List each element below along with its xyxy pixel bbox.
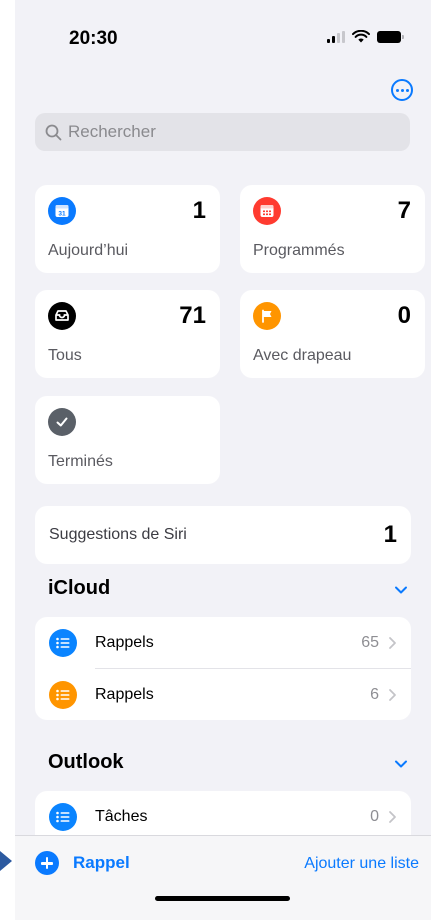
today-label: Aujourd’hui bbox=[48, 242, 129, 259]
bottom-toolbar: Rappel Ajouter une liste bbox=[15, 835, 431, 920]
tile-scheduled[interactable]: 7 Programmés bbox=[240, 185, 425, 273]
chevron-right-icon bbox=[389, 688, 396, 701]
siri-suggestions[interactable]: Suggestions de Siri 1 bbox=[35, 506, 411, 564]
tile-completed[interactable]: Terminés bbox=[35, 396, 220, 484]
section-title-icloud: iCloud bbox=[48, 577, 111, 599]
wifi-icon bbox=[352, 30, 370, 43]
chevron-down-icon[interactable] bbox=[393, 756, 409, 772]
home-indicator bbox=[155, 896, 290, 901]
list-count: 6 bbox=[370, 685, 379, 703]
status-time: 20:30 bbox=[69, 28, 118, 49]
flagged-count: 0 bbox=[397, 302, 411, 329]
list-item[interactable]: Rappels 6 bbox=[35, 669, 411, 720]
today-count: 1 bbox=[192, 197, 206, 224]
list-name: Rappels bbox=[95, 633, 154, 651]
add-reminder-button[interactable]: Rappel bbox=[35, 851, 130, 875]
add-list-button[interactable]: Ajouter une liste bbox=[304, 855, 419, 873]
pointer-arrow bbox=[0, 851, 12, 871]
icloud-lists: Rappels 65 Rappels 6 bbox=[35, 617, 411, 720]
flagged-label: Avec drapeau bbox=[253, 347, 352, 364]
tile-flagged[interactable]: 0 Avec drapeau bbox=[240, 290, 425, 378]
search-icon bbox=[45, 124, 62, 140]
chevron-right-icon bbox=[389, 810, 396, 823]
search-bar[interactable] bbox=[35, 113, 410, 151]
scheduled-label: Programmés bbox=[253, 242, 345, 259]
status-icons bbox=[327, 30, 404, 43]
list-count: 0 bbox=[370, 807, 379, 825]
battery-icon bbox=[377, 30, 404, 43]
tile-today[interactable]: 31 1 Aujourd’hui bbox=[35, 185, 220, 273]
siri-count: 1 bbox=[383, 521, 397, 548]
list-icon bbox=[49, 802, 77, 831]
chevron-right-icon bbox=[389, 636, 396, 649]
siri-label: Suggestions de Siri bbox=[49, 526, 187, 543]
tile-all[interactable]: 71 Tous bbox=[35, 290, 220, 378]
section-title-outlook: Outlook bbox=[48, 751, 124, 773]
completed-label: Terminés bbox=[48, 453, 113, 470]
signal-icon bbox=[327, 30, 345, 43]
chevron-down-icon[interactable] bbox=[393, 582, 409, 598]
more-options-icon[interactable] bbox=[391, 79, 413, 101]
calendar-grid-icon bbox=[253, 197, 281, 225]
scheduled-count: 7 bbox=[397, 197, 411, 224]
plus-circle-icon bbox=[35, 851, 59, 875]
list-name: Rappels bbox=[95, 685, 154, 703]
flag-icon bbox=[253, 302, 281, 330]
list-count: 65 bbox=[361, 633, 379, 651]
checkmark-icon bbox=[48, 408, 76, 436]
list-name: Tâches bbox=[95, 807, 148, 825]
list-icon bbox=[49, 628, 77, 657]
reminders-screen: 20:30 31 1 bbox=[15, 0, 431, 920]
search-input[interactable] bbox=[68, 122, 388, 142]
list-icon bbox=[49, 680, 77, 709]
all-count: 71 bbox=[179, 302, 206, 329]
tray-icon bbox=[48, 302, 76, 330]
all-label: Tous bbox=[48, 347, 82, 364]
status-bar: 20:30 bbox=[15, 0, 431, 70]
list-item[interactable]: Rappels 65 bbox=[35, 617, 411, 668]
calendar-icon: 31 bbox=[48, 197, 76, 225]
calendar-day: 31 bbox=[58, 211, 66, 218]
add-reminder-label: Rappel bbox=[73, 853, 130, 872]
